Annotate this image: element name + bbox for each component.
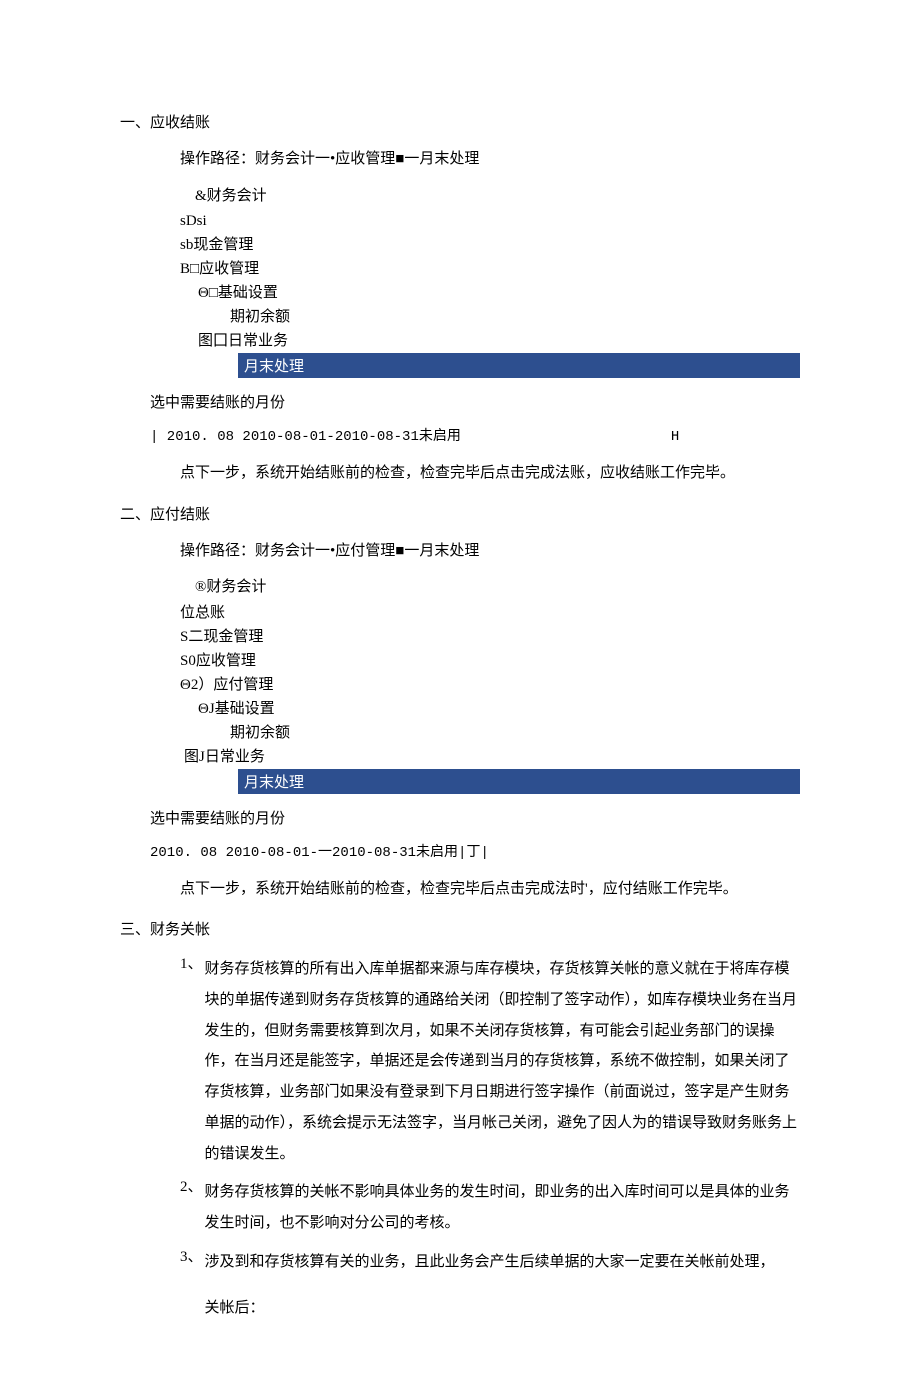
s1-next-step: 点下一步，系统开始结账前的检查，检查完毕后点击完成法账，应收结账工作完毕。	[180, 459, 800, 488]
tree-row: sb现金管理	[180, 233, 800, 257]
tree-highlight-month-end[interactable]: 月末处理	[238, 353, 800, 378]
tree-highlight-month-end[interactable]: 月末处理	[238, 769, 800, 794]
tree-row: S0应收管理	[180, 649, 800, 673]
tree-head: &财务会计	[195, 184, 800, 210]
section-3-title: 三、财务关帐	[120, 917, 800, 944]
section-2-title: 二、应付结账	[120, 502, 800, 529]
list-number: 2、	[180, 1175, 203, 1241]
s1-month-row: | 2010. 08 2010-08-01-2010-08-31未启用 H	[150, 425, 800, 445]
s2-month-row: 2010. 08 2010-08-01-一2010-08-31未启用|丁|	[150, 841, 800, 861]
s1-op-path: 操作路径：财务会计一•应收管理■一月末处理	[180, 145, 800, 174]
s3-item-2: 2、 财务存货核算的关帐不影响具体业务的发生时间，即业务的出入库时间可以是具体的…	[180, 1175, 800, 1241]
tree-row: 期初余额	[180, 721, 800, 745]
s1-select-month: 选中需要结账的月份	[150, 390, 800, 417]
s3-item-3-tail: 关帐后：	[205, 1293, 800, 1324]
s1-month-code: | 2010. 08 2010-08-01-2010-08-31未启用	[150, 429, 461, 445]
tree-row: 图J日常业务	[180, 745, 800, 769]
tree-row: B□应收管理	[180, 257, 800, 281]
tree-row: 图囗日常业务	[180, 329, 800, 353]
s3-item-1-text: 财务存货核算的所有出入库单据都来源与库存模块，存货核算关帐的意义就在于将库存模块…	[205, 954, 800, 1169]
s2-nav-tree: ®财务会计 位总账 S二现金管理 S0应收管理 Θ2）应付管理 ΘJ基础设置 期…	[180, 575, 800, 794]
s2-select-month: 选中需要结账的月份	[150, 806, 800, 833]
tree-head: ®财务会计	[195, 575, 800, 601]
s3-item-3: 3、 涉及到和存货核算有关的业务，且此业务会产生后续单据的大家一定要在关帐前处理…	[180, 1245, 800, 1339]
list-number: 1、	[180, 952, 203, 1171]
tree-row: Θ2）应付管理	[180, 673, 800, 697]
s1-nav-tree: &财务会计 sDsi sb现金管理 B□应收管理 Θ□基础设置 期初余额 图囗日…	[180, 184, 800, 379]
s2-next-step: 点下一步，系统开始结账前的检查，检查完毕后点击完成法时'，应付结账工作完毕。	[180, 875, 800, 904]
tree-row: 位总账	[180, 601, 800, 625]
s3-item-1: 1、 财务存货核算的所有出入库单据都来源与库存模块，存货核算关帐的意义就在于将库…	[180, 952, 800, 1171]
list-number: 3、	[180, 1245, 203, 1339]
s3-item-3-text: 涉及到和存货核算有关的业务，且此业务会产生后续单据的大家一定要在关帐前处理，	[205, 1247, 800, 1278]
tree-row: ΘJ基础设置	[180, 697, 800, 721]
tree-row: 期初余额	[180, 305, 800, 329]
tree-row: Θ□基础设置	[180, 281, 800, 305]
s2-op-path: 操作路径：财务会计一•应付管理■一月末处理	[180, 537, 800, 566]
s1-month-tail: H	[671, 429, 679, 445]
tree-row: S二现金管理	[180, 625, 800, 649]
section-1-title: 一、应收结账	[120, 110, 800, 137]
tree-row: sDsi	[180, 209, 800, 233]
s3-item-2-text: 财务存货核算的关帐不影响具体业务的发生时间，即业务的出入库时间可以是具体的业务发…	[205, 1177, 800, 1239]
